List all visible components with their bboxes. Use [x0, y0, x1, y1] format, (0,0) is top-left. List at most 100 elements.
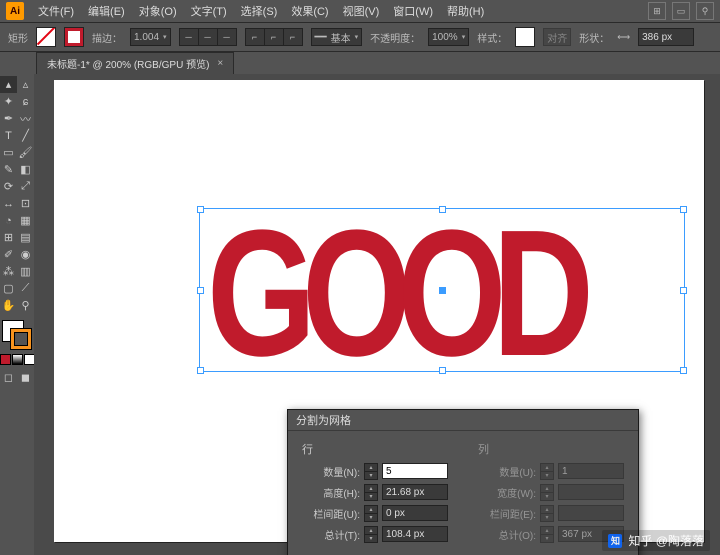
handle-top-left[interactable] [197, 206, 204, 213]
watermark: 知 知乎 @陶落落 [602, 530, 710, 551]
rows-count-label: 数量(N): [302, 464, 360, 479]
handle-top-right[interactable] [680, 206, 687, 213]
layout-icon[interactable]: ▭ [672, 2, 690, 20]
rows-gutter-stepper[interactable]: ▴▾ [364, 505, 378, 521]
rows-total-label: 总计(T): [302, 527, 360, 542]
brush-dropdown[interactable]: ━━基本▾ [311, 28, 363, 46]
canvas[interactable]: GOOD 分割为网格 行 数量(N):▴▾ [34, 74, 720, 555]
handle-top-mid[interactable] [439, 206, 446, 213]
cols-width-label: 宽度(W): [478, 485, 536, 500]
graph-tool[interactable]: ▥ [17, 263, 34, 280]
slice-tool[interactable]: ⟋ [17, 280, 34, 297]
dialog-title[interactable]: 分割为网格 [288, 410, 638, 431]
menu-file[interactable]: 文件(F) [32, 1, 80, 21]
shape-width-input[interactable] [638, 28, 694, 46]
rows-count-input[interactable] [382, 463, 448, 479]
rows-height-stepper[interactable]: ▴▾ [364, 484, 378, 500]
selection-tool[interactable]: ▴ [0, 76, 17, 93]
menu-object[interactable]: 对象(O) [133, 1, 183, 21]
rows-count-stepper[interactable]: ▴▾ [364, 463, 378, 479]
handle-center[interactable] [439, 287, 446, 294]
screen-mode-normal[interactable]: ◻ [0, 369, 17, 386]
rotate-tool[interactable]: ⟳ [0, 178, 17, 195]
scale-tool[interactable]: ⤢ [17, 178, 34, 195]
stroke-corners[interactable]: ⌐⌐⌐ [245, 28, 303, 46]
line-tool[interactable]: ╱ [17, 127, 34, 144]
menu-edit[interactable]: 编辑(E) [82, 1, 131, 21]
lasso-tool[interactable]: ɕ [17, 93, 34, 110]
handle-mid-right[interactable] [680, 287, 687, 294]
stroke-label: 描边： [92, 30, 122, 45]
cols-gutter-input [558, 505, 624, 521]
rows-height-label: 高度(H): [302, 485, 360, 500]
cols-count-stepper[interactable]: ▴▾ [540, 463, 554, 479]
shaper-tool[interactable]: ✎ [0, 161, 17, 178]
zhihu-icon: 知 [608, 534, 622, 548]
cols-total-stepper[interactable]: ▴▾ [540, 526, 554, 542]
mesh-tool[interactable]: ⊞ [0, 229, 17, 246]
rows-gutter-label: 栏间距(U): [302, 506, 360, 521]
style-swatch[interactable] [515, 27, 535, 47]
blend-tool[interactable]: ◉ [17, 246, 34, 263]
opacity-input[interactable]: 100%▾ [428, 28, 469, 46]
curvature-tool[interactable]: 〰 [17, 110, 34, 127]
document-tab[interactable]: 未标题-1* @ 200% (RGB/GPU 预览) × [36, 52, 234, 74]
menu-view[interactable]: 视图(V) [337, 1, 386, 21]
handle-mid-left[interactable] [197, 287, 204, 294]
type-tool[interactable]: T [0, 127, 17, 144]
width-tool[interactable]: ↔ [0, 195, 17, 212]
align-button[interactable]: 对齐 [543, 28, 571, 46]
pen-tool[interactable]: ✒ [0, 110, 17, 127]
shape-w-label: 形状： [579, 30, 609, 45]
stroke-weight-input[interactable]: 1.004▾ [130, 28, 171, 46]
handle-bot-mid[interactable] [439, 367, 446, 374]
eyedropper-tool[interactable]: ✐ [0, 246, 17, 263]
menu-type[interactable]: 文字(T) [185, 1, 233, 21]
stroke-caps[interactable]: ─── [179, 28, 237, 46]
color-mode-boxes[interactable] [0, 354, 35, 365]
close-icon[interactable]: × [217, 58, 223, 69]
rows-group: 行 数量(N): ▴▾ 高度(H): ▴▾ 栏间距(U): ▴▾ 总计(T): ▴▾ [302, 441, 448, 547]
gradient-tool[interactable]: ▤ [17, 229, 34, 246]
free-transform-tool[interactable]: ⊡ [17, 195, 34, 212]
menu-effect[interactable]: 效果(C) [285, 1, 334, 21]
gpu-icon[interactable]: ⊞ [648, 2, 666, 20]
menu-select[interactable]: 选择(S) [235, 1, 284, 21]
search-icon[interactable]: ⚲ [696, 2, 714, 20]
paintbrush-tool[interactable]: 🖌 [17, 144, 34, 161]
handle-bot-right[interactable] [680, 367, 687, 374]
shape-builder-tool[interactable]: ◔ [0, 212, 17, 229]
rows-group-label: 行 [302, 441, 448, 457]
magic-wand-tool[interactable]: ✦ [0, 93, 17, 110]
menu-window[interactable]: 窗口(W) [387, 1, 439, 21]
selection-bounds[interactable] [199, 208, 685, 372]
fill-swatch[interactable] [36, 27, 56, 47]
cols-count-input[interactable] [558, 463, 624, 479]
hand-tool[interactable]: ✋ [0, 297, 17, 314]
menu-help[interactable]: 帮助(H) [441, 1, 490, 21]
symbol-sprayer-tool[interactable]: ⁂ [0, 263, 17, 280]
stroke-color[interactable] [10, 328, 32, 350]
rows-height-input[interactable] [382, 484, 448, 500]
document-tab-title: 未标题-1* @ 200% (RGB/GPU 预览) [47, 56, 209, 71]
rectangle-tool[interactable]: ▭ [0, 144, 17, 161]
handle-bot-left[interactable] [197, 367, 204, 374]
screen-mode-full[interactable]: ◼ [17, 369, 34, 386]
eraser-tool[interactable]: ◧ [17, 161, 34, 178]
stroke-swatch[interactable] [64, 27, 84, 47]
app-logo: Ai [6, 2, 24, 20]
split-grid-dialog: 分割为网格 行 数量(N): ▴▾ 高度(H): ▴▾ 栏间距(U): ▴▾ 总计(T… [287, 409, 639, 555]
shape-label: 矩形 [8, 30, 28, 45]
perspective-tool[interactable]: ▦ [17, 212, 34, 229]
rows-total-stepper[interactable]: ▴▾ [364, 526, 378, 542]
fill-stroke-control[interactable] [2, 320, 32, 350]
rows-total-input[interactable] [382, 526, 448, 542]
rows-gutter-input[interactable] [382, 505, 448, 521]
work-area: ▴▵ ✦ɕ ✒〰 T╱ ▭🖌 ✎◧ ⟳⤢ ↔⊡ ◔▦ ⊞▤ ✐◉ ⁂▥ ▢⟋ ✋… [0, 74, 720, 555]
direct-selection-tool[interactable]: ▵ [17, 76, 34, 93]
document-tab-bar: 未标题-1* @ 200% (RGB/GPU 预览) × [0, 52, 720, 74]
zoom-tool[interactable]: ⚲ [17, 297, 34, 314]
cols-gutter-stepper: ▴▾ [540, 505, 554, 521]
cols-width-input [558, 484, 624, 500]
artboard-tool[interactable]: ▢ [0, 280, 17, 297]
